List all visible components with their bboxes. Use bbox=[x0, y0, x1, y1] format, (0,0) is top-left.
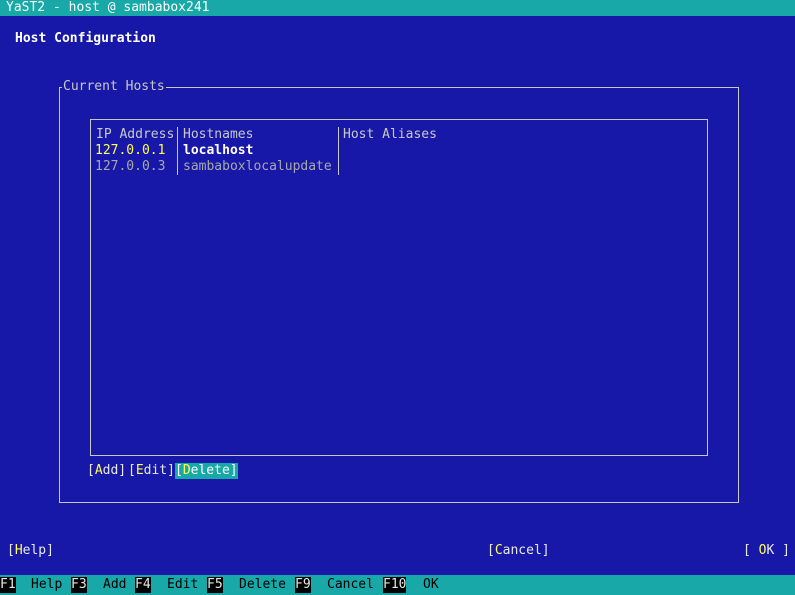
help-button-label: elp] bbox=[22, 543, 54, 558]
fkey-f3-label[interactable]: Add bbox=[103, 577, 126, 593]
ok-button[interactable]: [ OK ] bbox=[743, 543, 790, 559]
row-hostname: sambaboxlocalupdate bbox=[183, 159, 332, 174]
fkey-f10[interactable]: F10 bbox=[383, 577, 407, 593]
delete-button-hotkey: D bbox=[182, 463, 191, 478]
cancel-button-label: ancel] bbox=[502, 543, 550, 558]
edit-button-bracket: [ bbox=[128, 463, 136, 478]
fkey-f9[interactable]: F9 bbox=[295, 577, 311, 593]
edit-button-hotkey: E bbox=[135, 463, 144, 478]
edit-button[interactable]: [Edit] bbox=[128, 463, 175, 479]
current-hosts-frame-label: Current Hosts bbox=[62, 79, 166, 95]
fkey-f5-label[interactable]: Delete bbox=[239, 577, 286, 593]
fkey-f9-label[interactable]: Cancel bbox=[327, 577, 374, 593]
row-ip-address: 127.0.0.3 bbox=[95, 159, 166, 174]
add-button-hotkey: A bbox=[94, 463, 103, 478]
fkey-f4[interactable]: F4 bbox=[135, 577, 151, 593]
edit-button-label: dit] bbox=[143, 463, 175, 478]
cancel-button[interactable]: [Cancel] bbox=[487, 543, 550, 559]
fkey-f5[interactable]: F5 bbox=[207, 577, 223, 593]
fkey-f1-label[interactable]: Help bbox=[31, 577, 62, 593]
delete-button-bracket: [ bbox=[175, 463, 183, 478]
row-hostname: localhost bbox=[183, 143, 254, 158]
cancel-button-hotkey: C bbox=[494, 543, 503, 558]
row-ip-address: 127.0.0.1 bbox=[95, 143, 166, 158]
column-separator bbox=[177, 127, 178, 175]
add-button-bracket: [ bbox=[87, 463, 95, 478]
help-button[interactable]: [Help] bbox=[7, 543, 54, 559]
help-button-hotkey: H bbox=[14, 543, 23, 558]
window-title-bar: YaST2 - host @ sambabox241 bbox=[0, 0, 795, 16]
fkey-f4-label[interactable]: Edit bbox=[167, 577, 198, 593]
column-header-hostnames[interactable]: Hostnames bbox=[183, 127, 253, 143]
help-button-bracket: [ bbox=[7, 543, 15, 558]
column-header-ip-address[interactable]: IP Address bbox=[96, 127, 174, 143]
ok-button-label: K ] bbox=[766, 543, 790, 558]
delete-button[interactable]: [Delete] bbox=[175, 463, 238, 479]
add-button[interactable]: [Add] bbox=[87, 463, 126, 479]
delete-button-label: elete] bbox=[190, 463, 238, 478]
page-title: Host Configuration bbox=[15, 31, 156, 46]
fkey-f10-label[interactable]: OK bbox=[423, 577, 439, 593]
add-button-label: dd] bbox=[102, 463, 127, 478]
ok-button-bracket: [ bbox=[743, 543, 759, 558]
column-separator bbox=[338, 127, 339, 175]
cancel-button-bracket: [ bbox=[487, 543, 495, 558]
column-header-host-aliases[interactable]: Host Aliases bbox=[343, 127, 437, 143]
fkey-f3[interactable]: F3 bbox=[71, 577, 87, 593]
window-title: YaST2 - host @ sambabox241 bbox=[6, 0, 210, 15]
fkey-f1[interactable]: F1 bbox=[0, 577, 16, 593]
